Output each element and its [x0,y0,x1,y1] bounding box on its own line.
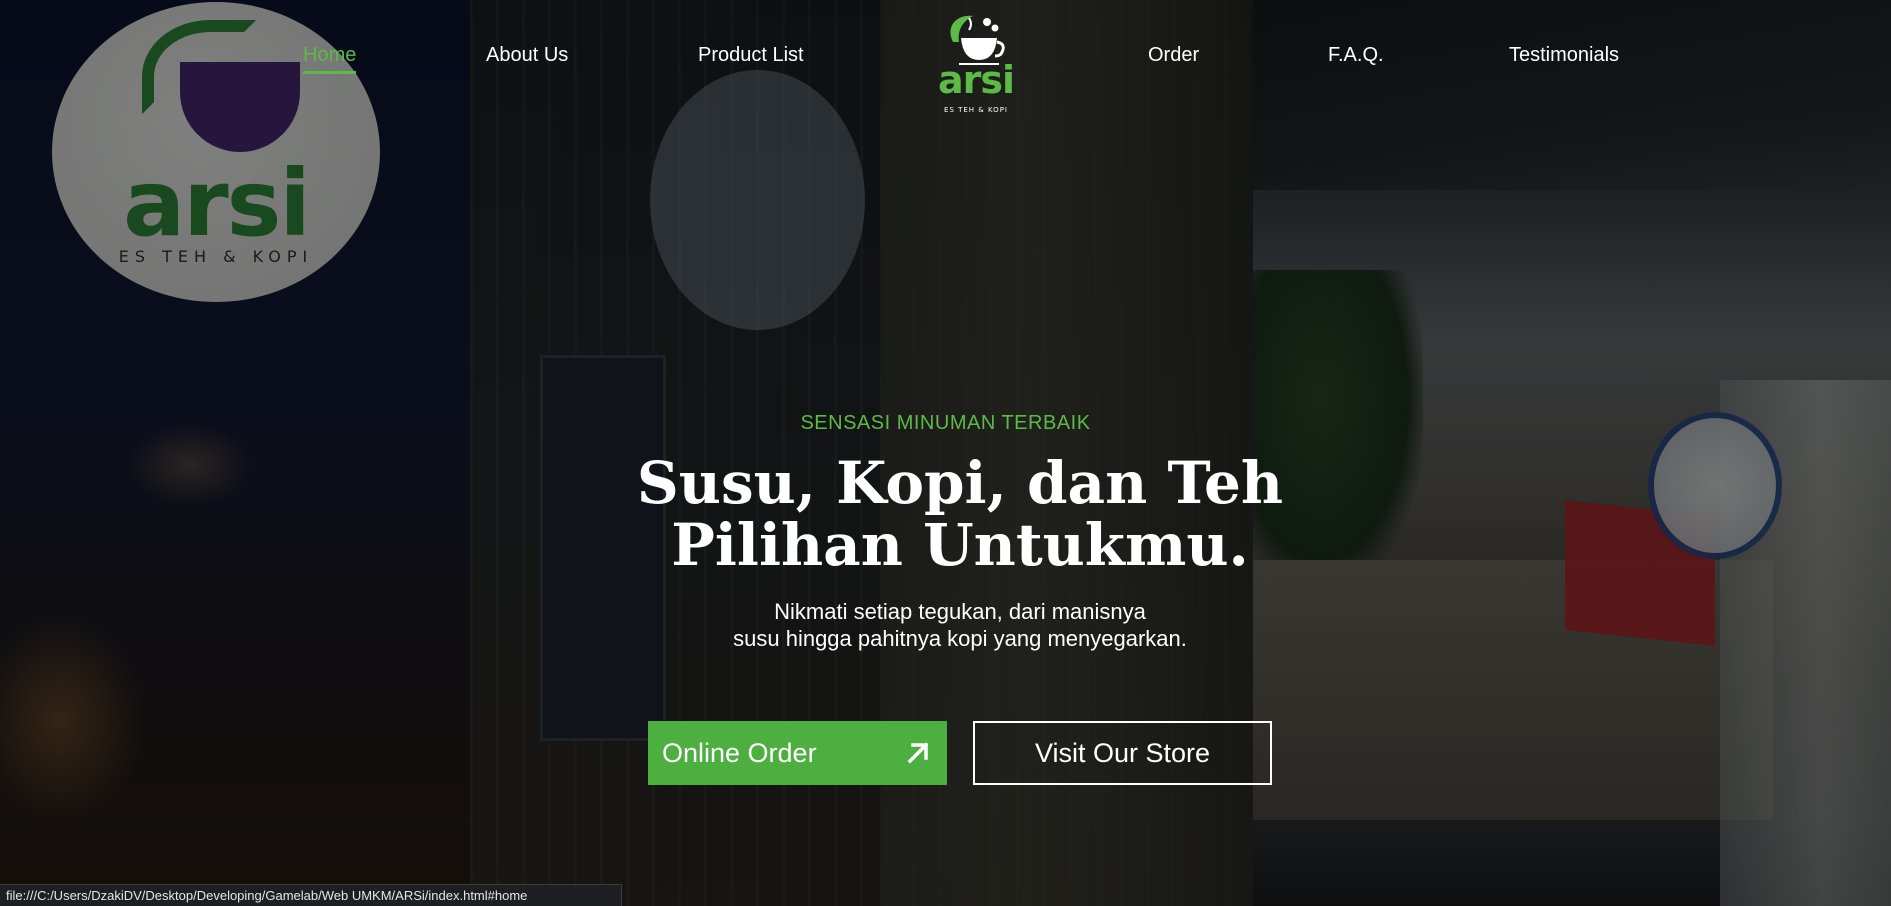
hero-tagline: SENSASI MINUMAN TERBAIK [800,412,1091,434]
hero-subtext-line-1: Nikmati setiap tegukan, dari manisnya [774,599,1146,624]
visit-store-button[interactable]: Visit Our Store [973,721,1272,785]
hero-subtext-line-2: susu hingga pahitnya kopi yang menyegark… [733,626,1187,651]
hero-headline-line-2: Pilihan Untukmu. [671,511,1249,579]
arrow-up-right-icon [907,742,929,764]
online-order-button[interactable]: Online Order [648,721,947,785]
visit-store-label: Visit Our Store [1034,737,1211,768]
hero-headline-line-1: Susu, Kopi, dan Teh [636,449,1284,517]
browser-status-bar: file:///C:/Users/DzakiDV/Desktop/Develop… [0,884,622,906]
hero-subtext: Nikmati setiap tegukan, dari manisnya su… [0,598,1891,652]
hero-headline: Susu, Kopi, dan Teh Pilihan Untukmu. [0,452,1891,576]
hero-content: SENSASI MINUMAN TERBAIK Susu, Kopi, dan … [0,0,1891,906]
online-order-label: Online Order [662,737,817,768]
